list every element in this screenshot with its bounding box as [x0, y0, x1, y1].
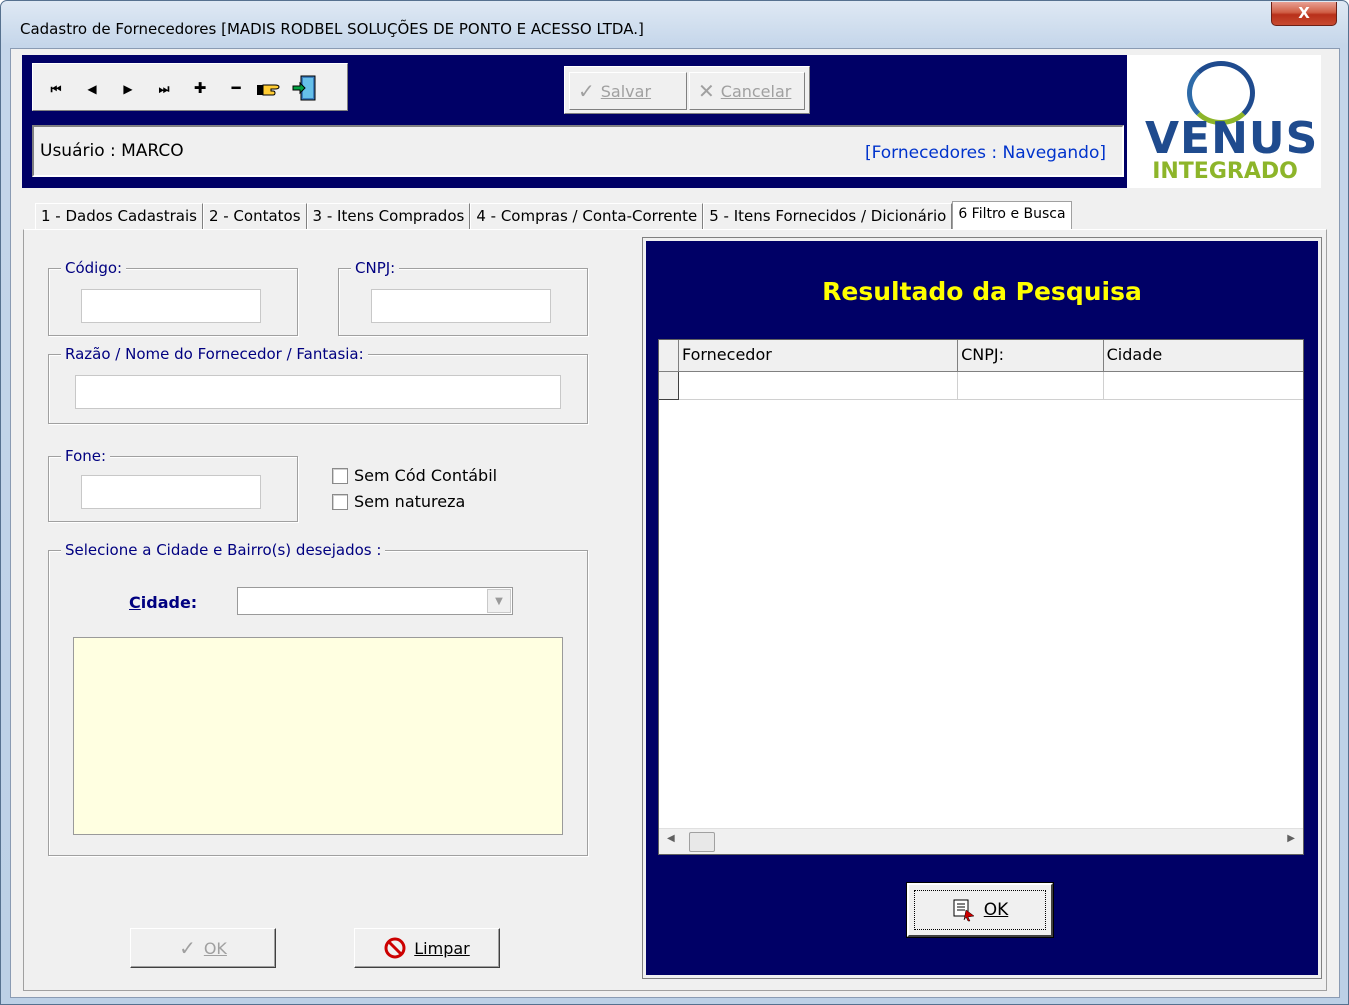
- first-icon: ⏮: [50, 82, 62, 96]
- results-panel: Resultado da Pesquisa Fornecedor CNPJ: C…: [642, 237, 1322, 979]
- venus-logo: VENUS INTEGRADO: [1127, 55, 1321, 188]
- grid-corner: [659, 340, 679, 372]
- cidade-bairro-group: Selecione a Cidade e Bairro(s) desejados…: [48, 541, 588, 856]
- fone-label: Fone:: [61, 447, 111, 465]
- plus-icon: ✚: [193, 79, 207, 97]
- fone-group: Fone:: [48, 447, 298, 522]
- filter-ok-button[interactable]: ✓ OK: [130, 928, 276, 968]
- limpar-button[interactable]: Limpar: [354, 928, 500, 968]
- save-label: Salvar: [600, 81, 652, 101]
- cell-cnpj[interactable]: [958, 372, 1104, 400]
- table-row[interactable]: [659, 372, 1303, 400]
- edit-record-button[interactable]: [253, 74, 283, 102]
- cell-cidade[interactable]: [1103, 372, 1303, 400]
- title-bar[interactable]: Cadastro de Fornecedores [MADIS RODBEL S…: [1, 1, 1348, 53]
- cidade-combobox[interactable]: ▼: [237, 587, 513, 615]
- exit-door-icon: [292, 75, 316, 101]
- codigo-input[interactable]: [81, 289, 261, 323]
- column-cidade[interactable]: Cidade: [1103, 340, 1303, 372]
- sem-cod-contabil-label: Sem Cód Contábil: [354, 466, 498, 485]
- horizontal-scrollbar[interactable]: ◀ ▶: [659, 828, 1303, 854]
- cnpj-group: CNPJ:: [338, 259, 588, 336]
- cidade-label: Cidade:: [129, 593, 198, 612]
- cancel-label: Cancelar: [720, 81, 792, 101]
- tab-strip: 1 - Dados Cadastrais 2 - Contatos 3 - It…: [35, 201, 1072, 231]
- codigo-group: Código:: [48, 259, 298, 336]
- tab-contatos[interactable]: 2 - Contatos: [202, 203, 307, 229]
- last-record-button[interactable]: ⏭: [149, 74, 179, 102]
- tab-itens-fornecidos[interactable]: 5 - Itens Fornecidos / Dicionário: [703, 203, 953, 229]
- column-cnpj[interactable]: CNPJ:: [958, 340, 1104, 372]
- add-record-button[interactable]: ✚: [185, 74, 215, 102]
- results-grid[interactable]: Fornecedor CNPJ: Cidade ◀ ▶: [658, 339, 1304, 855]
- cidade-label-rest: idade:: [140, 593, 198, 612]
- cancel-button[interactable]: ✕ Cancelar: [689, 72, 805, 110]
- chevron-down-icon[interactable]: ▼: [487, 589, 511, 613]
- pointing-hand-icon: [257, 84, 280, 96]
- exit-button[interactable]: [289, 74, 319, 102]
- razao-input[interactable]: [75, 375, 561, 409]
- codigo-label: Código:: [61, 259, 127, 277]
- sem-natureza-checkbox[interactable]: Sem natureza: [332, 492, 465, 511]
- grid-header: Fornecedor CNPJ: Cidade: [659, 340, 1303, 372]
- next-icon: ▶: [123, 82, 133, 96]
- user-label: Usuário : MARCO: [40, 141, 184, 161]
- tab-dados-cadastrais[interactable]: 1 - Dados Cadastrais: [35, 203, 203, 229]
- checkmark-icon: ✓: [578, 79, 595, 103]
- user-status-bar: Usuário : MARCO [Fornecedores : Navegand…: [32, 125, 1124, 177]
- close-button[interactable]: X: [1271, 2, 1337, 26]
- sem-natureza-label: Sem natureza: [354, 492, 466, 511]
- app-window: Cadastro de Fornecedores [MADIS RODBEL S…: [0, 0, 1349, 1005]
- tab-filtro-busca[interactable]: 6 Filtro e Busca: [952, 201, 1072, 231]
- tab-compras-conta-corrente[interactable]: 4 - Compras / Conta-Corrente: [470, 203, 704, 229]
- delete-record-button[interactable]: ━: [221, 74, 251, 102]
- logo-subtitle: INTEGRADO: [1152, 159, 1298, 184]
- mode-status: [Fornecedores : Navegando]: [864, 143, 1106, 163]
- window-title: Cadastro de Fornecedores [MADIS RODBEL S…: [20, 20, 644, 38]
- action-toolbar: ✓ Salvar ✕ Cancelar: [564, 66, 810, 114]
- next-record-button[interactable]: ▶: [113, 74, 143, 102]
- minus-icon: ━: [231, 79, 241, 97]
- cnpj-input[interactable]: [371, 289, 551, 323]
- razao-group: Razão / Nome do Fornecedor / Fantasia:: [48, 345, 588, 424]
- results-ok-button[interactable]: OK: [906, 882, 1054, 938]
- results-title: Resultado da Pesquisa: [822, 277, 1142, 306]
- row-indicator: [659, 372, 679, 400]
- limpar-label: Limpar: [414, 938, 470, 958]
- first-record-button[interactable]: ⏮: [41, 74, 71, 102]
- prev-icon: ◀: [87, 82, 97, 96]
- no-entry-icon: [384, 937, 406, 959]
- filter-tab-page: Código: CNPJ: Razão / Nome do Fornecedor…: [23, 229, 1327, 991]
- cidade-bairro-label: Selecione a Cidade e Bairro(s) desejados…: [61, 541, 386, 559]
- sem-natureza-box[interactable]: [332, 493, 348, 510]
- razao-label: Razão / Nome do Fornecedor / Fantasia:: [61, 345, 368, 363]
- fone-input[interactable]: [81, 475, 261, 509]
- header-panel: ⏮ ◀ ▶ ⏭ ✚ ━ ✓ Salvar ✕ Cancelar Usuário …: [22, 55, 1135, 188]
- filter-ok-label: OK: [203, 938, 227, 958]
- scroll-thumb[interactable]: [689, 832, 715, 852]
- client-area: ⏮ ◀ ▶ ⏭ ✚ ━ ✓ Salvar ✕ Cancelar Usuário …: [10, 48, 1340, 998]
- save-button[interactable]: ✓ Salvar: [569, 72, 687, 110]
- x-icon: ✕: [698, 79, 715, 103]
- bairro-list[interactable]: [73, 637, 563, 835]
- focus-rect: [914, 890, 1046, 930]
- last-icon: ⏭: [158, 82, 170, 96]
- scroll-right-icon[interactable]: ▶: [1287, 833, 1295, 844]
- prev-record-button[interactable]: ◀: [77, 74, 107, 102]
- scroll-left-icon[interactable]: ◀: [667, 833, 675, 844]
- navigation-toolbar: ⏮ ◀ ▶ ⏭ ✚ ━: [32, 63, 348, 111]
- sem-cod-contabil-box[interactable]: [332, 467, 348, 484]
- cnpj-label: CNPJ:: [351, 259, 400, 277]
- tab-itens-comprados[interactable]: 3 - Itens Comprados: [306, 203, 471, 229]
- cell-fornecedor[interactable]: [678, 372, 959, 400]
- column-fornecedor[interactable]: Fornecedor: [678, 340, 959, 372]
- sem-cod-contabil-checkbox[interactable]: Sem Cód Contábil: [332, 466, 497, 485]
- logo-name: VENUS: [1145, 113, 1319, 164]
- checkmark-icon: ✓: [179, 936, 196, 960]
